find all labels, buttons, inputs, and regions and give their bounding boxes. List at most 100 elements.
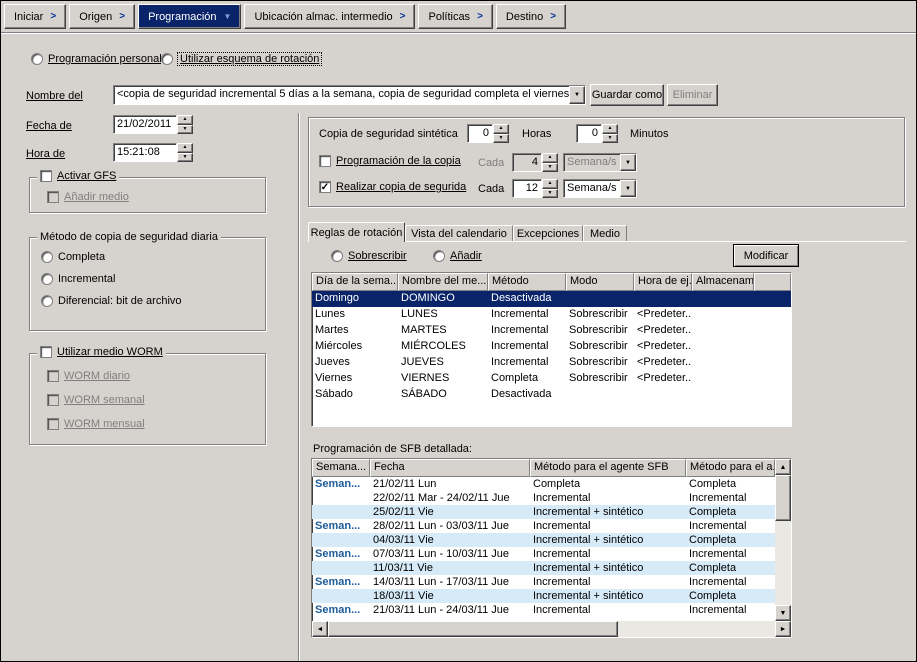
sfb-row[interactable]: 22/02/11 Mar - 24/02/11 Jue Incremental … (312, 491, 775, 505)
sfb-row[interactable]: Seman... 07/03/11 Lun - 10/03/11 Jue Inc… (312, 547, 775, 561)
spin-up-button[interactable]: ▲ (177, 143, 193, 153)
scroll-right-icon: ► (780, 626, 787, 633)
interval-value[interactable]: 12 (512, 179, 542, 198)
sfb-row[interactable]: Seman... 21/03/11 Lun - 24/03/11 Jue Inc… (312, 603, 775, 617)
start-time-field[interactable]: 15:21:08 ▲ ▼ (113, 143, 193, 162)
synthetic-minutes-value[interactable]: 0 (576, 124, 602, 143)
worm-semanal-checkbox[interactable]: WORM semanal (47, 394, 145, 406)
sfb-row[interactable]: Seman... 28/02/11 Lun - 03/03/11 Jue Inc… (312, 519, 775, 533)
synthetic-hours-value[interactable]: 0 (467, 124, 493, 143)
spin-down-button[interactable]: ▼ (493, 134, 509, 144)
scroll-down-button[interactable]: ▼ (775, 605, 791, 621)
wizard-tab-ubicacion[interactable]: Ubicación almac. intermedio > (244, 4, 415, 29)
perform-copy-interval-field[interactable]: 12 ▲ ▼ (512, 179, 558, 198)
spin-down-button[interactable]: ▼ (177, 125, 193, 135)
rotation-table-header: Día de la sema... Nombre del me... Métod… (312, 273, 791, 291)
schedule-copy-interval-field[interactable]: 4 ▲ ▼ (512, 153, 558, 172)
cell: 14/03/11 Lun - 17/03/11 Jue (370, 575, 530, 589)
column-header-metodo-sfb[interactable]: Método para el agente SFB (530, 459, 686, 477)
rotation-row-miercoles[interactable]: Miércoles MIÉRCOLES Incremental Sobrescr… (312, 339, 791, 355)
tab-excepciones[interactable]: Excepciones (513, 225, 583, 241)
rotation-row-viernes[interactable]: Viernes VIERNES Completa Sobrescribir <P… (312, 371, 791, 387)
column-header-modo[interactable]: Modo (566, 273, 634, 291)
custom-schedule-radio[interactable]: Programación personaliz (31, 53, 170, 65)
worm-diario-checkbox[interactable]: WORM diario (47, 370, 130, 382)
save-as-button[interactable]: Guardar como (590, 84, 664, 106)
synthetic-minutes-field[interactable]: 0 ▲ ▼ (576, 124, 618, 143)
add-media-checkbox[interactable]: Añadir medio (47, 191, 129, 203)
scrollbar-thumb[interactable] (328, 621, 618, 637)
wizard-tab-destino[interactable]: Destino > (496, 4, 566, 29)
method-completa-radio[interactable]: Completa (41, 251, 105, 263)
horizontal-scrollbar[interactable]: ◄ ► (312, 621, 791, 637)
column-header-almacenamiento[interactable]: Almacenami... (692, 273, 754, 291)
spin-down-button[interactable]: ▼ (542, 189, 558, 199)
scrollbar-thumb[interactable] (775, 475, 791, 521)
perform-copy-checkbox[interactable]: ✓ Realizar copia de segurida (319, 181, 466, 193)
rotation-row-martes[interactable]: Martes MARTES Incremental Sobrescribir <… (312, 323, 791, 339)
column-header-hora[interactable]: Hora de ej... (634, 273, 692, 291)
sfb-row[interactable]: 11/03/11 Vie Incremental + sintético Com… (312, 561, 775, 575)
start-date-field[interactable]: 21/02/2011 ▲ ▼ (113, 115, 193, 134)
append-radio[interactable]: Añadir (433, 250, 482, 262)
interval-value[interactable]: 4 (512, 153, 542, 172)
sfb-row[interactable]: Seman... 21/02/11 Lun Completa Completa (312, 477, 775, 491)
spin-up-button[interactable]: ▲ (542, 153, 558, 163)
divider (1, 32, 917, 34)
start-time-value[interactable]: 15:21:08 (113, 143, 177, 162)
rotation-row-sabado[interactable]: Sábado SÁBADO Desactivada (312, 387, 791, 403)
wizard-tab-politicas[interactable]: Políticas > (418, 4, 492, 29)
vertical-scrollbar[interactable]: ▲ ▼ (775, 459, 791, 621)
spin-down-icon: ▼ (183, 155, 188, 160)
wizard-tab-iniciar[interactable]: Iniciar > (4, 4, 66, 29)
worm-mensual-checkbox[interactable]: WORM mensual (47, 418, 145, 430)
rotation-rules-table: Día de la sema... Nombre del me... Métod… (311, 272, 792, 427)
start-date-value[interactable]: 21/02/2011 (113, 115, 177, 134)
spin-down-icon: ▼ (183, 127, 188, 132)
column-header-metodo-agente[interactable]: Método para el a... (686, 459, 775, 477)
sfb-row[interactable]: 04/03/11 Vie Incremental + sintético Com… (312, 533, 775, 547)
tab-reglas-de-rotacion[interactable]: Reglas de rotación (308, 222, 405, 242)
method-diferencial-radio[interactable]: Diferencial: bit de archivo (41, 295, 182, 307)
rotation-row-lunes[interactable]: Lunes LUNES Incremental Sobrescribir <Pr… (312, 307, 791, 323)
spin-up-button[interactable]: ▲ (542, 179, 558, 189)
use-worm-checkbox[interactable]: Utilizar medio WORM (37, 346, 166, 358)
column-header-semana[interactable]: Semana... (312, 459, 370, 477)
spin-up-button[interactable]: ▲ (602, 124, 618, 134)
rotation-row-jueves[interactable]: Jueves JUEVES Incremental Sobrescribir <… (312, 355, 791, 371)
column-header-nombre[interactable]: Nombre del me... (398, 273, 488, 291)
scroll-left-button[interactable]: ◄ (312, 621, 328, 637)
overwrite-radio[interactable]: Sobrescribir (331, 250, 407, 262)
spin-up-button[interactable]: ▲ (493, 124, 509, 134)
perform-copy-unit-select[interactable]: Semana/s ▼ (563, 179, 637, 198)
scroll-up-button[interactable]: ▲ (775, 459, 791, 475)
sfb-row[interactable]: 18/03/11 Vie Incremental + sintético Com… (312, 589, 775, 603)
synthetic-hours-field[interactable]: 0 ▲ ▼ (467, 124, 509, 143)
column-header-dia[interactable]: Día de la sema... (312, 273, 398, 291)
activate-gfs-checkbox[interactable]: Activar GFS (37, 170, 119, 182)
rotation-scheme-radio[interactable]: Utilizar esquema de rotación (161, 53, 321, 65)
dropdown-button[interactable]: ▼ (620, 180, 636, 197)
spin-up-button[interactable]: ▲ (177, 115, 193, 125)
delete-button[interactable]: Eliminar (667, 84, 718, 106)
tab-medio[interactable]: Medio (583, 225, 627, 241)
spin-down-button[interactable]: ▼ (542, 163, 558, 173)
dropdown-button[interactable]: ▼ (620, 154, 636, 171)
schedule-copy-checkbox[interactable]: Programación de la copia (319, 155, 461, 167)
tab-vista-del-calendario[interactable]: Vista del calendario (405, 225, 513, 241)
column-header-fecha[interactable]: Fecha (370, 459, 530, 477)
column-header-metodo[interactable]: Método (488, 273, 566, 291)
schedule-copy-unit-select[interactable]: Semana/s ▼ (563, 153, 637, 172)
wizard-tab-origen[interactable]: Origen > (69, 4, 135, 29)
modify-button[interactable]: Modificar (733, 244, 799, 267)
spin-down-button[interactable]: ▼ (602, 134, 618, 144)
dropdown-button[interactable]: ▼ (569, 86, 585, 104)
sfb-row[interactable]: 25/02/11 Vie Incremental + sintético Com… (312, 505, 775, 519)
scroll-right-button[interactable]: ► (775, 621, 791, 637)
sfb-row[interactable]: Seman... 14/03/11 Lun - 17/03/11 Jue Inc… (312, 575, 775, 589)
rotation-row-domingo[interactable]: Domingo DOMINGO Desactivada (312, 291, 791, 307)
wizard-tab-programacion[interactable]: Programación ▼ (138, 4, 241, 29)
spin-down-button[interactable]: ▼ (177, 153, 193, 163)
method-incremental-radio[interactable]: Incremental (41, 273, 115, 285)
scheme-name-combobox[interactable]: <copia de seguridad incremental 5 días a… (113, 85, 586, 105)
